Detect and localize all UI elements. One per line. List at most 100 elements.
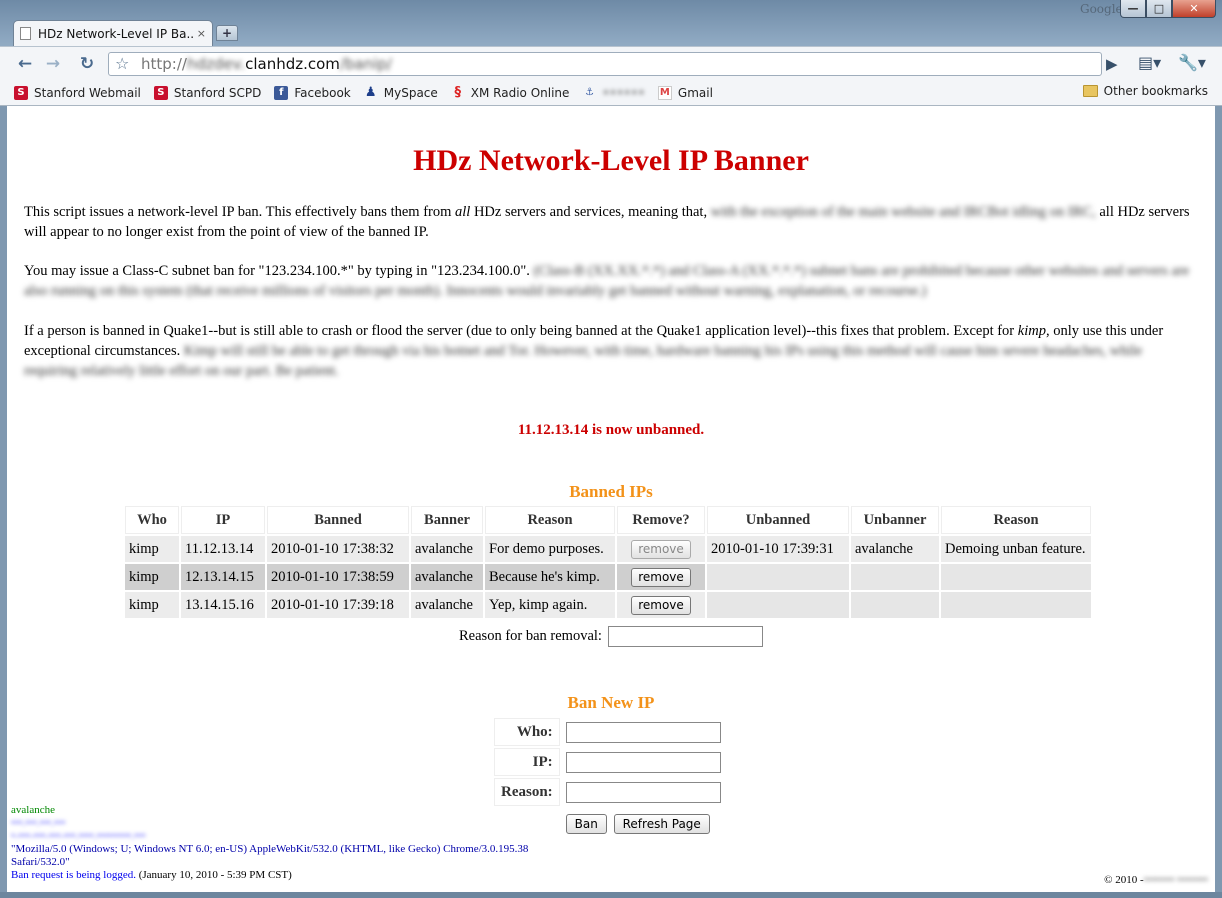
tab-close-icon[interactable]: ×: [197, 27, 206, 40]
reason-label: Reason:: [494, 778, 560, 806]
xm-radio-icon: §: [454, 85, 462, 100]
intro-redacted-text: with the exception of the main website a…: [707, 204, 1096, 220]
column-header: Unbanner: [851, 506, 939, 534]
intro-emphasis: all: [455, 204, 471, 220]
remove-button: remove: [631, 539, 691, 559]
url-host: clanhdz.com: [245, 55, 340, 73]
bookmark-myspace[interactable]: ♟ MySpace: [364, 85, 438, 100]
cell-reason: Yep, kimp again.: [485, 592, 615, 618]
cell-who: kimp: [125, 536, 179, 562]
maximize-button[interactable]: □: [1146, 0, 1172, 18]
new-tab-button[interactable]: +: [216, 25, 238, 41]
request-info: avalanche •••.•••.•••.••• •-•••-•••-•••-…: [11, 804, 571, 882]
column-header: Unbanned: [707, 506, 849, 534]
table-header-row: Who IP Banned Banner Reason Remove? Unba…: [125, 506, 1091, 534]
url-path: /banip/: [339, 55, 392, 73]
reason-cell: [562, 778, 725, 806]
column-header: Reason: [485, 506, 615, 534]
cell-unban-reason: [941, 564, 1091, 590]
intro-text: This script issues a network-level IP ba…: [24, 204, 456, 220]
bookmark-icon: ⚓: [584, 87, 594, 98]
footer-username: avalanche: [11, 804, 55, 816]
who-input[interactable]: [565, 721, 721, 743]
quake-emphasis: kimp: [1017, 323, 1046, 339]
bookmark-redacted[interactable]: ⚓ ••••••: [582, 85, 645, 100]
column-header: Who: [125, 506, 179, 534]
column-header: Banned: [267, 506, 409, 534]
other-bookmarks-button[interactable]: Other bookmarks: [1082, 84, 1208, 98]
table-row: kimp 13.14.15.16 2010-01-10 17:39:18 ava…: [125, 592, 1091, 618]
removal-reason-row: Reason for ban removal:: [7, 626, 1215, 647]
column-header: IP: [181, 506, 265, 534]
tools-menu-button[interactable]: 🔧▾: [1178, 53, 1206, 72]
address-bar[interactable]: ☆ http:// hdzdev. clanhdz.com /banip/: [108, 52, 1102, 76]
stanford-icon: S: [153, 85, 168, 100]
footer-user-agent: "Mozilla/5.0 (Windows; U; Windows NT 6.0…: [11, 843, 529, 868]
cell-unbanned: [707, 564, 849, 590]
bookmark-xm-radio[interactable]: § XM Radio Online: [451, 85, 570, 100]
status-message: 11.12.13.14 is now unbanned.: [517, 422, 705, 438]
back-button[interactable]: ←: [12, 52, 38, 76]
forward-button[interactable]: →: [40, 52, 66, 76]
ban-log-link[interactable]: Ban request is being logged.: [11, 869, 136, 881]
removal-reason-input[interactable]: [607, 626, 763, 647]
bookmark-facebook[interactable]: f Facebook: [274, 85, 351, 100]
bookmark-label: ••••••: [602, 85, 645, 100]
tab-title: HDz Network-Level IP Ba...: [38, 26, 193, 41]
removal-reason-label: Reason for ban removal:: [459, 628, 602, 644]
copyright: © 2010 - •••••••• ••••••••: [1104, 874, 1208, 886]
bookmark-label: Gmail: [677, 85, 713, 100]
reason-input[interactable]: [565, 781, 721, 803]
browser-chrome: Google — □ ✕ HDz Network-Level IP Ba... …: [0, 0, 1222, 106]
cell-unbanner: [851, 564, 939, 590]
table-row: kimp 11.12.13.14 2010-01-10 17:38:32 ava…: [125, 536, 1091, 562]
cell-banned: 2010-01-10 17:39:18: [267, 592, 409, 618]
cell-unbanner: avalanche: [851, 536, 939, 562]
bookmarks-bar: S Stanford Webmail S Stanford SCPD f Fac…: [0, 80, 1222, 106]
page-menu-button[interactable]: ▤▾: [1138, 53, 1161, 72]
bookmark-label: Stanford SCPD: [173, 85, 262, 100]
page-title: HDz Network-Level IP Banner: [413, 144, 809, 177]
bookmark-label: XM Radio Online: [470, 85, 570, 100]
ban-button[interactable]: Ban: [565, 814, 607, 834]
subnet-paragraph: You may issue a Class-C subnet ban for "…: [24, 261, 1194, 301]
bookmark-gmail[interactable]: M Gmail: [657, 85, 713, 100]
bookmark-star-icon[interactable]: ☆: [115, 54, 129, 73]
minimize-button[interactable]: —: [1120, 0, 1146, 18]
quake-text: If a person is banned in Quake1--but is …: [24, 323, 1018, 339]
bookmark-label: Facebook: [294, 85, 351, 100]
gmail-icon: M: [657, 85, 672, 100]
refresh-page-button[interactable]: Refresh Page: [613, 814, 710, 834]
cell-banned: 2010-01-10 17:38:32: [267, 536, 409, 562]
column-header: Remove?: [617, 506, 705, 534]
window-frame-left: [0, 106, 7, 892]
bookmark-stanford-webmail[interactable]: S Stanford Webmail: [14, 85, 141, 100]
window-controls: — □ ✕: [1120, 0, 1216, 18]
toolbar: ← → ↻ ☆ http:// hdzdev. clanhdz.com /ban…: [0, 46, 1222, 80]
table-row: kimp 12.13.14.15 2010-01-10 17:38:59 ava…: [125, 564, 1091, 590]
cell-remove: remove: [617, 592, 705, 618]
remove-button[interactable]: remove: [631, 595, 691, 615]
cell-reason: Because he's kimp.: [485, 564, 615, 590]
other-bookmarks-label: Other bookmarks: [1103, 84, 1208, 98]
myspace-icon: ♟: [364, 85, 377, 100]
reload-button[interactable]: ↻: [74, 52, 100, 76]
remove-button[interactable]: remove: [631, 567, 691, 587]
ip-input[interactable]: [565, 751, 721, 773]
form-row: Who:: [494, 718, 725, 746]
ban-new-ip-heading: Ban New IP: [567, 693, 655, 712]
cell-unbanned: [707, 592, 849, 618]
cell-remove: remove: [617, 564, 705, 590]
bookmark-stanford-scpd[interactable]: S Stanford SCPD: [153, 85, 262, 100]
page-icon: [20, 27, 31, 40]
close-window-button[interactable]: ✕: [1172, 0, 1216, 18]
url-scheme: http://: [141, 55, 187, 73]
cell-unban-reason: [941, 592, 1091, 618]
window-frame-bottom: [0, 892, 1222, 898]
cell-banned: 2010-01-10 17:38:59: [267, 564, 409, 590]
intro-text: HDz servers and services, meaning that,: [470, 204, 708, 220]
tab-active[interactable]: HDz Network-Level IP Ba... ×: [13, 20, 213, 46]
go-button[interactable]: ▶: [1106, 55, 1118, 73]
quake-paragraph: If a person is banned in Quake1--but is …: [24, 321, 1194, 381]
subnet-text: You may issue a Class-C subnet ban for "…: [24, 263, 530, 279]
